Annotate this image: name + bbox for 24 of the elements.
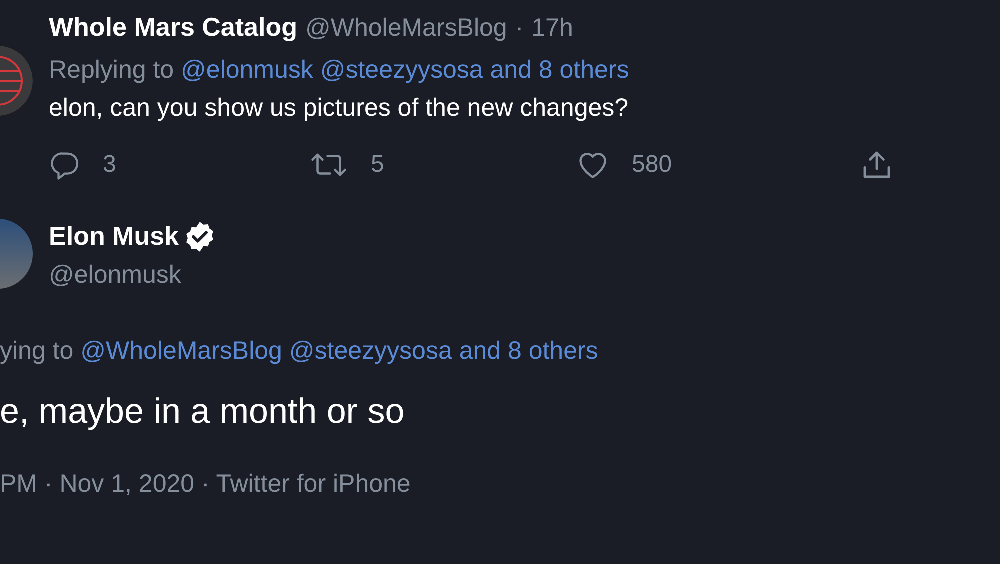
tweet-text: elon, can you show us pictures of the new changes? [49,93,630,123]
mention-link[interactable]: and 8 others [459,337,598,365]
action-count: 5 [371,150,384,180]
speech-bubble-icon [49,150,81,180]
mention-link[interactable]: @steezyysosa [320,56,484,84]
mention-link[interactable]: @WholeMarsBlog [80,337,282,365]
action-count: 580 [632,150,672,180]
user-name[interactable]: Elon Musk [49,217,180,256]
tweet-meta: PM · Nov 1, 2020 · Twitter for iPhone [0,468,412,498]
mention-link[interactable]: @steezyysosa [289,337,452,365]
reply-context: Replying to @elonmusk @steezyysosa and 8 others [49,55,630,85]
timestamp[interactable]: 17h [532,12,574,42]
mention-link[interactable]: and 8 others [490,56,630,84]
mention-link[interactable]: @elonmusk [181,56,314,84]
action-count: 3 [103,150,116,180]
like-button[interactable]: 580 [576,147,860,183]
user-handle: @elonmusk [49,260,182,290]
reply-button[interactable]: 3 [49,147,309,183]
retweet-button[interactable]: 5 [309,147,576,183]
tweet-text: e, maybe in a month or so [0,391,406,433]
user-handle: @WholeMarsBlog [305,12,508,42]
reply-context: ying to @WholeMarsBlog @steezyysosa and 8 others [0,336,600,366]
separator: · [515,12,524,42]
user-name[interactable]: Whole Mars Catalog [49,8,298,47]
